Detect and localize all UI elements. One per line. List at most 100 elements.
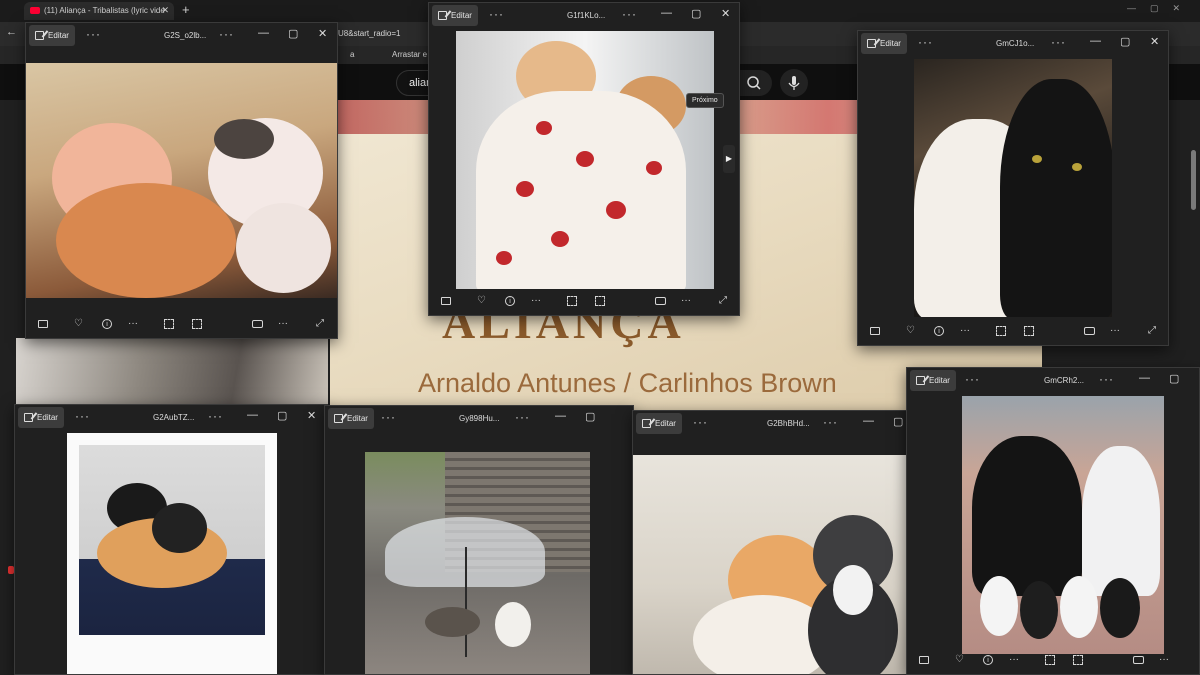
minimize-icon[interactable]: — — [555, 410, 566, 422]
more-icon[interactable]: ··· — [965, 372, 980, 386]
heart-icon[interactable]: ♡ — [477, 295, 486, 307]
minimize-icon[interactable]: — — [1139, 372, 1150, 384]
photo-window-7: Editar ··· GmCRh2... ··· — ▢ ♡ i ··· ··· — [906, 367, 1200, 675]
photo-image — [914, 59, 1112, 317]
more-icon[interactable]: ··· — [681, 295, 691, 307]
info-icon[interactable]: i — [102, 319, 112, 329]
zoom-icon[interactable] — [164, 319, 174, 329]
camera-icon[interactable] — [655, 297, 666, 305]
video-subtitle-text: Arnaldo Antunes / Carlinhos Brown — [418, 368, 837, 398]
filmstrip-icon[interactable] — [870, 327, 880, 335]
crop-icon[interactable] — [1024, 326, 1034, 336]
minimize-icon[interactable]: — — [258, 27, 269, 39]
photo-image — [67, 433, 277, 674]
more-icon[interactable]: ··· — [823, 415, 838, 429]
zoom-icon[interactable] — [996, 326, 1006, 336]
heart-icon[interactable]: ♡ — [906, 325, 915, 337]
heart-icon[interactable]: ♡ — [74, 318, 83, 330]
info-icon[interactable]: i — [934, 326, 944, 336]
more-icon[interactable]: ··· — [1009, 654, 1019, 666]
maximize-icon[interactable]: ▢ — [691, 7, 701, 20]
minimize-icon[interactable]: — — [863, 415, 874, 427]
more-icon[interactable]: ··· — [1099, 372, 1114, 386]
more-icon[interactable]: ··· — [278, 318, 288, 330]
info-icon[interactable]: i — [505, 296, 515, 306]
edit-button[interactable]: Editar — [18, 407, 64, 428]
edit-button[interactable]: Editar — [432, 5, 478, 26]
zoom-icon[interactable] — [1045, 655, 1055, 665]
close-icon[interactable]: ✕ — [307, 409, 316, 422]
camera-icon[interactable] — [252, 320, 263, 328]
more-icon[interactable]: ··· — [208, 409, 223, 423]
more-icon[interactable]: ··· — [1110, 325, 1120, 337]
minimize-icon[interactable]: — — [661, 7, 672, 19]
more-icon[interactable]: ··· — [219, 27, 234, 41]
more-icon[interactable]: ··· — [1051, 35, 1066, 49]
close-icon[interactable]: ✕ — [1150, 35, 1159, 48]
edit-label: Editar — [880, 39, 901, 48]
edit-label: Editar — [655, 419, 676, 428]
browser-window-controls[interactable]: —▢✕ — [1127, 3, 1194, 14]
more-icon[interactable]: ··· — [75, 409, 90, 423]
fullscreen-icon[interactable]: ⤢ — [719, 295, 727, 307]
more-icon[interactable]: ··· — [515, 410, 530, 424]
maximize-icon[interactable]: ▢ — [893, 415, 903, 428]
fullscreen-icon[interactable]: ⤢ — [316, 318, 324, 330]
page-scrollbar[interactable] — [1191, 150, 1196, 210]
zoom-icon[interactable] — [567, 296, 577, 306]
edit-button[interactable]: Editar — [861, 33, 907, 54]
back-arrow-icon[interactable]: ← — [6, 26, 17, 38]
info-icon[interactable]: i — [983, 655, 993, 665]
photo-bottom-toolbar: ♡ i ··· ··· — [907, 646, 1199, 674]
filmstrip-icon[interactable] — [38, 320, 48, 328]
edit-button[interactable]: Editar — [29, 25, 75, 46]
more-icon[interactable]: ··· — [918, 35, 933, 49]
edit-button[interactable]: Editar — [328, 408, 374, 429]
camera-icon[interactable] — [1084, 327, 1095, 335]
sidebar-thumbnail[interactable] — [16, 338, 328, 404]
camera-icon[interactable] — [1133, 656, 1144, 664]
edit-button[interactable]: Editar — [910, 370, 956, 391]
minimize-icon[interactable]: — — [247, 409, 258, 421]
more-icon[interactable]: ··· — [531, 295, 541, 307]
maximize-icon[interactable]: ▢ — [585, 410, 595, 423]
more-icon[interactable]: ··· — [693, 415, 708, 429]
maximize-icon[interactable]: ▢ — [277, 409, 287, 422]
photo-window-5: Editar ··· Gy898Hu... ··· — ▢ — [324, 405, 634, 675]
bookmark-a[interactable]: a — [350, 50, 354, 59]
more-icon[interactable]: ··· — [1159, 654, 1169, 666]
crop-icon[interactable] — [192, 319, 202, 329]
more-icon[interactable]: ··· — [960, 325, 970, 337]
more-icon[interactable]: ··· — [128, 318, 138, 330]
more-icon[interactable]: ··· — [489, 7, 504, 21]
minimize-icon[interactable]: — — [1090, 35, 1101, 47]
next-arrow-icon[interactable]: ▶ — [723, 145, 735, 173]
more-icon[interactable]: ··· — [622, 7, 637, 21]
crop-icon[interactable] — [1073, 655, 1083, 665]
youtube-icon — [30, 7, 40, 14]
window-toolbar: Editar ··· G2AubTZ... ··· — ▢ ✕ — [15, 405, 327, 431]
filmstrip-icon[interactable] — [919, 656, 929, 664]
fullscreen-icon[interactable]: ⤢ — [1148, 325, 1156, 337]
close-icon[interactable]: ✕ — [721, 7, 730, 20]
file-name: G2BhBHd... — [767, 419, 810, 428]
window-toolbar: Editar ··· GmCRh2... ··· — ▢ — [907, 368, 1199, 394]
close-icon[interactable]: ✕ — [318, 27, 327, 40]
maximize-icon[interactable]: ▢ — [288, 27, 298, 40]
search-button[interactable] — [736, 70, 772, 96]
heart-icon[interactable]: ♡ — [955, 654, 964, 666]
more-icon[interactable]: ··· — [86, 27, 101, 41]
photo-window-3: Editar ··· GmCJ1o... ··· — ▢ ✕ ♡ i ··· ·… — [857, 30, 1169, 346]
maximize-icon[interactable]: ▢ — [1169, 372, 1179, 385]
browser-tab[interactable]: (11) Aliança - Tribalistas (lyric vide ✕ — [24, 2, 174, 20]
tab-close-icon[interactable]: ✕ — [161, 5, 169, 16]
crop-icon[interactable] — [595, 296, 605, 306]
mic-button[interactable] — [780, 69, 808, 97]
filmstrip-icon[interactable] — [441, 297, 451, 305]
edit-button[interactable]: Editar — [636, 413, 682, 434]
new-tab-button[interactable]: + — [182, 2, 190, 17]
address-url[interactable]: U8&start_radio=1 — [338, 29, 400, 38]
more-icon[interactable]: ··· — [381, 410, 396, 424]
photo-bottom-toolbar: ♡ i ··· ··· ⤢ — [26, 310, 337, 338]
maximize-icon[interactable]: ▢ — [1120, 35, 1130, 48]
